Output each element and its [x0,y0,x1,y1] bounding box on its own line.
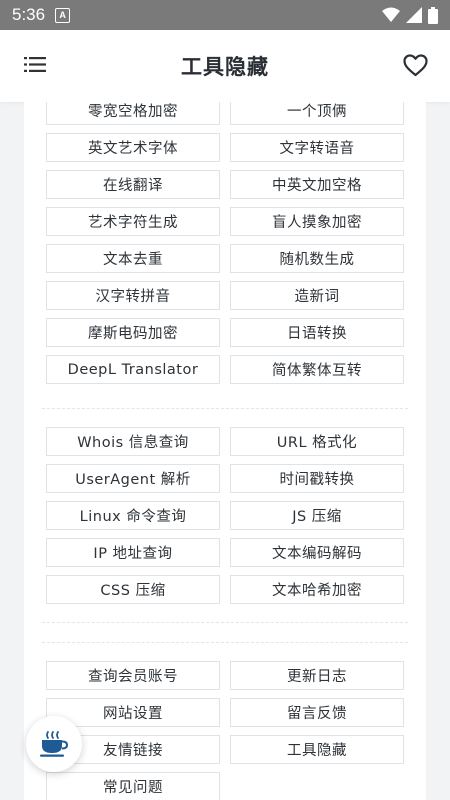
tool-button[interactable]: JS 压缩 [230,501,404,530]
page-title: 工具隐藏 [181,55,269,79]
battery-icon [428,6,438,24]
tool-button[interactable]: 零宽空格加密 [46,102,220,125]
tool-button[interactable]: URL 格式化 [230,427,404,456]
link-button[interactable]: 工具隐藏 [230,735,404,764]
link-button[interactable]: 查询会员账号 [46,661,220,690]
tool-button[interactable]: 随机数生成 [230,244,404,273]
tool-button[interactable]: 文本去重 [46,244,220,273]
status-time: 5:36 [12,5,46,24]
app-header: 工具隐藏 [0,30,450,102]
tools-panel: 零宽空格加密 一个顶俩 英文艺术字体 文字转语音 在线翻译 中英文加空格 艺术字… [24,102,426,800]
wifi-icon [382,7,400,22]
link-button[interactable]: 常见问题 [46,772,220,800]
link-button[interactable]: 留言反馈 [230,698,404,727]
tool-button[interactable]: 汉字转拼音 [46,281,220,310]
hamburger-menu-icon [24,57,46,72]
tool-button[interactable]: 在线翻译 [46,170,220,199]
tool-button[interactable]: 摩斯电码加密 [46,318,220,347]
tool-button[interactable]: 文本编码解码 [230,538,404,567]
tool-button[interactable]: 简体繁体互转 [230,355,404,384]
tool-button[interactable]: 中英文加空格 [230,170,404,199]
status-icons [382,6,438,24]
tool-button[interactable]: IP 地址查询 [46,538,220,567]
tool-button[interactable]: DeepL Translator [46,355,220,384]
link-button[interactable]: 更新日志 [230,661,404,690]
tool-button[interactable]: 英文艺术字体 [46,133,220,162]
section-text-tools: 零宽空格加密 一个顶俩 英文艺术字体 文字转语音 在线翻译 中英文加空格 艺术字… [46,102,404,384]
coffee-fab-button[interactable] [26,716,82,772]
tool-button[interactable]: 一个顶俩 [230,102,404,125]
tool-button[interactable]: 文本哈希加密 [230,575,404,604]
tool-button[interactable]: 艺术字符生成 [46,207,220,236]
tool-button[interactable]: 日语转换 [230,318,404,347]
tool-button[interactable]: CSS 压缩 [46,575,220,604]
tool-button[interactable]: 造新词 [230,281,404,310]
tool-button[interactable]: 盲人摸象加密 [230,207,404,236]
tool-button[interactable]: 时间戳转换 [230,464,404,493]
section-divider [42,622,408,623]
notification-icon: A [55,7,71,23]
coffee-cup-icon [40,731,69,757]
tool-button[interactable]: 文字转语音 [230,133,404,162]
tool-button[interactable]: UserAgent 解析 [46,464,220,493]
tool-button[interactable]: Linux 命令查询 [46,501,220,530]
section-site-links: 查询会员账号 更新日志 网站设置 留言反馈 友情链接 工具隐藏 常见问题 [46,661,404,800]
section-dev-tools: Whois 信息查询 URL 格式化 UserAgent 解析 时间戳转换 Li… [46,427,404,604]
cellular-signal-icon [406,7,422,23]
tool-button[interactable]: Whois 信息查询 [46,427,220,456]
section-divider [42,642,408,643]
section-divider [42,408,408,409]
heart-outline-icon [403,54,428,77]
favorite-button[interactable] [403,54,428,81]
menu-button[interactable] [24,56,46,77]
status-bar: 5:36 A [0,0,450,30]
